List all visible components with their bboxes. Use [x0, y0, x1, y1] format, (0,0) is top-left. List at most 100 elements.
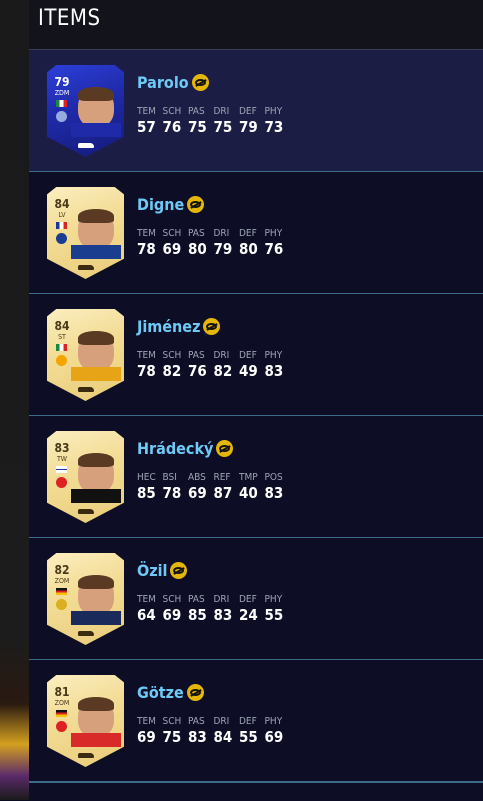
club-badge-icon [56, 111, 67, 122]
stat: DEF 49 [239, 350, 265, 380]
chemistry-style-icon [191, 74, 209, 91]
stat: PAS 80 [188, 228, 214, 258]
stat-value: 24 [239, 606, 258, 624]
player-avatar [78, 87, 114, 127]
stat-label: TEM [137, 228, 156, 239]
stats-row: TEM 78 SCH 69 PAS 80 DRI 79 DEF 80 PHY 76 [137, 228, 290, 258]
list-item[interactable]: 84 ST Jiménez TEM 78 SCH 82 PAS 76 DRI 82 DEF 49 PHY 8… [29, 294, 483, 416]
stat-label: BSI [162, 472, 177, 483]
stat: REF 87 [214, 472, 240, 502]
stat-label: PHY [264, 716, 283, 727]
stat-value: 83 [264, 484, 284, 502]
list-item[interactable]: 83 TW Hrádecký HEC 85 BSI 78 ABS 69 REF 87 TMP 40 POS… [29, 416, 483, 538]
name-row: Parolo [137, 73, 209, 92]
stat: DRI 75 [214, 106, 240, 136]
panel-header: ITEMS [29, 0, 483, 50]
stat-value: 57 [137, 118, 156, 136]
stat: PHY 55 [265, 594, 291, 624]
stats-row: TEM 64 SCH 69 PAS 85 DRI 83 DEF 24 PHY 55 [137, 594, 290, 624]
stat: SCH 82 [163, 350, 189, 380]
stat-label: SCH [162, 106, 182, 117]
stat-label: TEM [137, 594, 156, 605]
stat: DRI 82 [214, 350, 240, 380]
card-rating: 84 [54, 197, 70, 211]
player-avatar [78, 575, 114, 615]
stat-value: 75 [188, 118, 207, 136]
boot-icon [78, 753, 94, 758]
stat: PHY 76 [265, 228, 291, 258]
stat-value: 83 [264, 362, 284, 380]
stat-value: 64 [137, 606, 156, 624]
player-avatar [78, 331, 114, 371]
stat-value: 69 [264, 728, 284, 746]
stat-label: DEF [239, 716, 257, 727]
stat-label: DRI [213, 228, 230, 239]
stat-label: PHY [264, 106, 283, 117]
stat-value: 73 [264, 118, 284, 136]
nation-flag-icon [56, 588, 67, 595]
stat: SCH 76 [163, 106, 189, 136]
stat-label: ABS [188, 472, 206, 483]
stat-value: 83 [213, 606, 233, 624]
items-panel: ITEMS 79 ZDM Parolo TEM 57 SCH 76 PAS 75 DRI 75 DEF… [29, 0, 483, 801]
stat-value: 76 [188, 362, 207, 380]
stat-label: PHY [264, 594, 283, 605]
club-badge-icon [56, 477, 67, 488]
stat-value: 78 [137, 362, 156, 380]
stat: PAS 83 [188, 716, 214, 746]
stat-value: 85 [137, 484, 156, 502]
stat-label: DEF [239, 350, 257, 361]
stat-label: PHY [264, 228, 283, 239]
boot-icon [78, 143, 94, 148]
panel-title: ITEMS [38, 6, 101, 31]
stat-value: 84 [213, 728, 233, 746]
stat: TEM 78 [137, 350, 163, 380]
card-position: ST [58, 333, 66, 341]
stat-value: 69 [162, 240, 182, 258]
player-card: 84 LV [47, 187, 124, 279]
card-position: ZDM [54, 89, 70, 97]
stat-label: DEF [239, 106, 257, 117]
list-item[interactable]: 84 LV Digne TEM 78 SCH 69 PAS 80 DRI 79 DEF 80 PHY 76 [29, 172, 483, 294]
stat-label: TEM [137, 716, 156, 727]
stat-label: DRI [213, 594, 230, 605]
list-item[interactable]: 82 ZOM Özil TEM 64 SCH 69 PAS 85 DRI 83 DEF 24 PHY 55 [29, 538, 483, 660]
stat-value: 78 [137, 240, 156, 258]
list-item[interactable]: 79 ZDM Parolo TEM 57 SCH 76 PAS 75 DRI 75 DEF 79 PHY 7… [29, 50, 483, 172]
boot-icon [78, 265, 94, 270]
player-shirt [71, 733, 121, 747]
card-rating: 83 [54, 441, 70, 455]
stat-label: POS [264, 472, 283, 483]
stat-label: PAS [188, 350, 205, 361]
stat: DEF 79 [239, 106, 265, 136]
card-position: ZOM [54, 699, 70, 707]
stat-label: TEM [137, 106, 156, 117]
stat: TEM 64 [137, 594, 163, 624]
card-rating: 82 [54, 563, 70, 577]
stat-value: 69 [137, 728, 156, 746]
nation-flag-icon [56, 222, 67, 229]
stat-label: TEM [137, 350, 156, 361]
stat: PAS 85 [188, 594, 214, 624]
player-card: 83 TW [47, 431, 124, 523]
list-item-partial[interactable] [29, 782, 483, 801]
player-name: Hrádecký [137, 439, 214, 458]
stat: TEM 78 [137, 228, 163, 258]
stat: DEF 24 [239, 594, 265, 624]
stat: ABS 69 [188, 472, 214, 502]
stat-label: DRI [213, 716, 230, 727]
stat-value: 79 [213, 240, 233, 258]
stat: PHY 69 [265, 716, 291, 746]
stat-label: SCH [162, 594, 182, 605]
stat-label: DRI [213, 106, 230, 117]
name-row: Jiménez [137, 317, 221, 336]
list-item[interactable]: 81 ZOM Götze TEM 69 SCH 75 PAS 83 DRI 84 DEF 55 PHY 69 [29, 660, 483, 782]
stats-row: TEM 78 SCH 82 PAS 76 DRI 82 DEF 49 PHY 83 [137, 350, 290, 380]
chemistry-style-icon [203, 318, 221, 335]
stat: TEM 69 [137, 716, 163, 746]
chemistry-style-icon [186, 684, 204, 701]
stat-label: PHY [264, 350, 283, 361]
stat-value: 82 [213, 362, 233, 380]
name-row: Götze [137, 683, 204, 702]
stat-value: 55 [264, 606, 284, 624]
